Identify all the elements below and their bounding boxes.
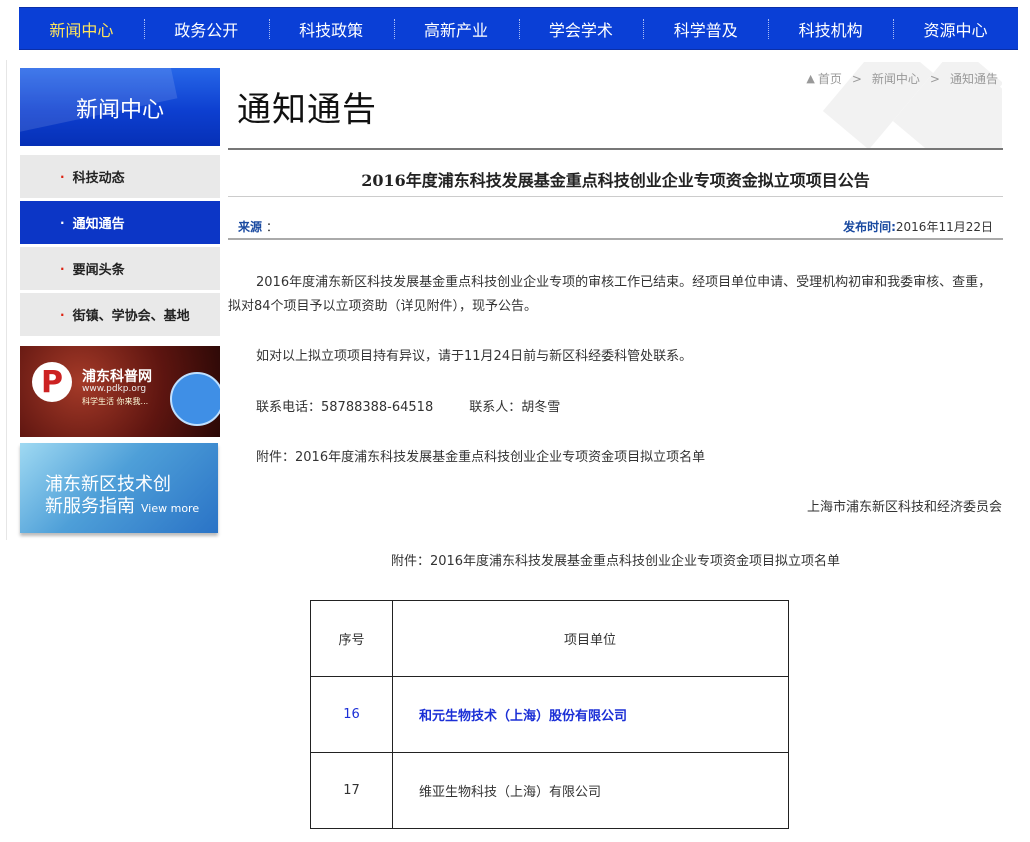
- table-row: 16 和元生物技术（上海）股份有限公司: [310, 676, 789, 753]
- attachment-title: 附件：2016年度浦东科技发展基金重点科技创业企业专项资金项目拟立项名单: [390, 554, 841, 569]
- nav-science-popularization[interactable]: 科学普及: [643, 8, 768, 49]
- sidebar-item-label: 街镇、学协会、基地: [72, 309, 190, 324]
- sidebar-item-tech-news[interactable]: · 科技动态: [20, 155, 220, 198]
- innovation-guide-banner-ad[interactable]: 浦东新区技术创 新服务指南 View more: [20, 443, 218, 533]
- date-label: 发布时间:: [843, 220, 896, 234]
- article-contact-line: 联系电话：58788388-64518 联系人：胡冬雪: [228, 396, 1003, 420]
- table-cell-no: 17: [310, 752, 393, 829]
- sidebar-item-towns-associations[interactable]: · 街镇、学协会、基地: [20, 293, 220, 336]
- sidebar-item-notices[interactable]: · 通知通告: [20, 201, 220, 244]
- bullet-icon: ·: [60, 169, 65, 184]
- pdkp-ad-name: 浦东科普网: [82, 369, 152, 385]
- view-more-link[interactable]: View more: [141, 502, 199, 515]
- guide-ad-line2: 新服务指南: [45, 496, 135, 517]
- breadcrumb-news-center[interactable]: 新闻中心: [872, 70, 920, 87]
- sidebar-item-label: 要闻头条: [72, 263, 125, 278]
- bullet-icon: ·: [60, 261, 65, 276]
- nav-news-center[interactable]: 新闻中心: [19, 8, 144, 49]
- table-header-no: 序号: [310, 600, 393, 677]
- sidebar-item-label: 通知通告: [72, 217, 125, 232]
- table-cell-company: 维亚生物科技（上海）有限公司: [392, 752, 789, 829]
- breadcrumb-separator-icon: >: [929, 71, 940, 86]
- article-paragraph-1: 2016年度浦东新区科技发展基金重点科技创业企业专项的审核工作已结束。经项目单位…: [228, 275, 992, 314]
- source-label: 来源: [238, 220, 263, 234]
- bullet-icon: ·: [60, 215, 65, 230]
- sidebar-menu: · 科技动态 · 通知通告 · 要闻头条 · 街镇、学协会、基地: [20, 155, 220, 339]
- page-left-border: [6, 60, 7, 540]
- article-date: 发布时间:2016年11月22日: [843, 218, 993, 235]
- contact-person: 联系人：胡冬雪: [469, 400, 561, 415]
- breadcrumb-separator-icon: >: [851, 71, 862, 86]
- nav-tech-policy[interactable]: 科技政策: [268, 8, 394, 49]
- nav-tech-institutions[interactable]: 科技机构: [768, 8, 893, 49]
- pdkp-logo-icon: P: [32, 362, 72, 402]
- breadcrumb-home[interactable]: 首页: [818, 70, 842, 87]
- nav-government-affairs[interactable]: 政务公开: [143, 8, 269, 49]
- guide-ad-line2-wrap: 新服务指南 View more: [45, 492, 199, 518]
- nav-academic[interactable]: 学会学术: [518, 8, 644, 49]
- source-value: ：: [266, 220, 279, 234]
- page-title: 通知通告: [237, 90, 377, 130]
- table-header-row: 序号 项目单位: [310, 600, 789, 677]
- sidebar-banner-title: 新闻中心: [75, 98, 164, 123]
- sidebar-banner: 新闻中心: [20, 68, 220, 146]
- home-icon: ▲: [806, 72, 815, 85]
- sidebar-item-label: 科技动态: [72, 171, 125, 186]
- article-paragraph-2: 如对以上拟立项项目持有异议，请于11月24日前与新区科经委科管处联系。: [256, 349, 693, 364]
- breadcrumb: ▲ 首页 > 新闻中心 > 通知通告: [806, 70, 998, 87]
- table-cell-no: 16: [310, 676, 393, 753]
- pdkp-ad-slogan: 科学生活 你来我...: [82, 397, 149, 406]
- project-list-table: 序号 项目单位 16 和元生物技术（上海）股份有限公司 17 维亚生物科技（上海…: [310, 600, 789, 829]
- pdkp-banner-ad[interactable]: P 浦东科普网 www.pdkp.org 科学生活 你来我...: [20, 346, 220, 437]
- table-cell-company: 和元生物技术（上海）股份有限公司: [392, 676, 789, 753]
- date-value: 2016年11月22日: [895, 220, 993, 234]
- article-title: 2016年度浦东科技发展基金重点科技创业企业专项资金拟立项项目公告: [361, 171, 870, 190]
- article-attachment-note: 附件：2016年度浦东科技发展基金重点科技创业企业专项资金项目拟立项名单: [256, 450, 706, 465]
- article-source: 来源：: [238, 218, 278, 235]
- bullet-icon: ·: [60, 307, 65, 322]
- sidebar-item-headlines[interactable]: · 要闻头条: [20, 247, 220, 290]
- table-row: 17 维亚生物科技（上海）有限公司: [310, 752, 789, 829]
- pdkp-ad-url: www.pdkp.org: [82, 384, 147, 394]
- breadcrumb-notices[interactable]: 通知通告: [950, 70, 998, 87]
- main-nav: 新闻中心 政务公开 科技政策 高新产业 学会学术 科学普及 科技机构 资源中心: [19, 7, 1018, 50]
- mascot-icon: [170, 372, 220, 426]
- table-header-company: 项目单位: [392, 600, 789, 677]
- nav-hightech-industry[interactable]: 高新产业: [393, 8, 519, 49]
- article-meta: 来源： 发布时间:2016年11月22日: [228, 196, 1003, 240]
- nav-resource-center[interactable]: 资源中心: [893, 8, 1018, 49]
- header-divider: [228, 148, 1003, 150]
- article-signature: 上海市浦东新区科技和经济委员会: [806, 500, 1002, 515]
- contact-phone: 联系电话：58788388-64518: [256, 400, 434, 415]
